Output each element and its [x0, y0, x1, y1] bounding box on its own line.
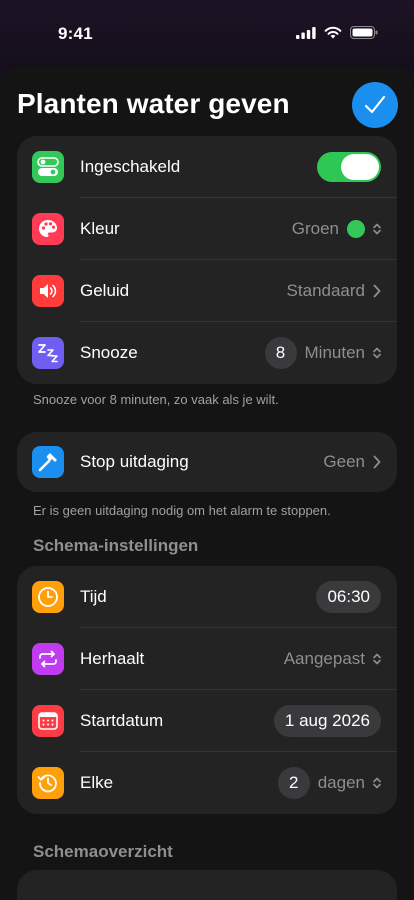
sound-value: Standaard [286, 281, 365, 300]
snooze-label: Snooze [80, 343, 138, 362]
start-date-label: Startdatum [80, 711, 164, 730]
toggle-icon [32, 151, 64, 183]
challenge-card: Stop uitdaging Geen [17, 432, 397, 492]
status-bar: 9:41 [0, 0, 414, 62]
sound-label: Geluid [80, 281, 130, 300]
speaker-icon [32, 275, 64, 307]
page-title: Planten water geven [17, 88, 290, 119]
repeat-icon [32, 643, 64, 675]
color-row[interactable]: Kleur Groen [17, 198, 397, 260]
done-button[interactable] [352, 82, 398, 128]
clock-icon [32, 581, 64, 613]
general-settings-card: Ingeschakeld Kleur Groen Geluid Standaar… [17, 136, 397, 384]
snooze-row[interactable]: Snooze 8 Minuten [17, 322, 397, 384]
chevron-up-down-icon [373, 223, 381, 235]
enabled-toggle[interactable] [317, 152, 381, 182]
every-unit[interactable]: dagen [318, 773, 365, 793]
challenge-row[interactable]: Stop uitdaging Geen [17, 432, 397, 492]
checkmark-icon [364, 95, 386, 114]
status-time: 9:41 [58, 24, 93, 43]
challenge-label: Stop uitdaging [80, 452, 189, 471]
every-label: Elke [80, 773, 114, 792]
every-row[interactable]: Elke 2 dagen [17, 752, 397, 814]
chevron-up-down-icon [373, 777, 381, 789]
color-value: Groen [291, 219, 339, 238]
overview-card [17, 870, 397, 900]
every-count[interactable]: 2 [277, 767, 310, 799]
alarm-edit-sheet: Planten water geven Ingeschakeld Kleur G… [0, 66, 414, 900]
history-icon [32, 767, 64, 799]
enabled-label: Ingeschakeld [80, 157, 181, 176]
snooze-count[interactable]: 8 [264, 337, 297, 369]
chevron-right-icon [373, 455, 381, 469]
battery-icon [350, 26, 378, 39]
time-label: Tijd [80, 587, 107, 606]
repeat-row[interactable]: Herhaalt Aangepast [17, 628, 397, 690]
schedule-section-header: Schema-instellingen [33, 536, 199, 555]
hammer-icon [32, 446, 64, 478]
repeat-label: Herhaalt [80, 649, 145, 668]
start-date-row[interactable]: Startdatum 1 aug 2026 [17, 690, 397, 752]
chevron-up-down-icon [373, 653, 381, 665]
wifi-icon [324, 26, 342, 39]
start-date-value[interactable]: 1 aug 2026 [273, 705, 381, 737]
toggle-knob [341, 154, 379, 180]
enabled-row: Ingeschakeld [17, 136, 397, 198]
time-row[interactable]: Tijd 06:30 [17, 566, 397, 628]
color-swatch [347, 220, 365, 238]
chevron-right-icon [373, 284, 381, 298]
calendar-icon [32, 705, 64, 737]
zzz-icon [32, 337, 64, 369]
cellular-signal-icon [296, 26, 316, 39]
challenge-value: Geen [323, 452, 365, 471]
chevron-up-down-icon [373, 347, 381, 359]
challenge-footnote: Er is geen uitdaging nodig om het alarm … [33, 503, 331, 518]
repeat-value: Aangepast [283, 649, 365, 668]
schedule-card: Tijd 06:30 Herhaalt Aangepast Startdatum… [17, 566, 397, 814]
palette-icon [32, 213, 64, 245]
time-value[interactable]: 06:30 [316, 581, 381, 613]
snooze-footnote: Snooze voor 8 minuten, zo vaak als je wi… [33, 392, 279, 407]
snooze-unit[interactable]: Minuten [305, 343, 365, 363]
sound-row[interactable]: Geluid Standaard [17, 260, 397, 322]
overview-section-header: Schemaoverzicht [33, 842, 173, 861]
status-icons [296, 26, 378, 39]
color-label: Kleur [80, 219, 120, 238]
